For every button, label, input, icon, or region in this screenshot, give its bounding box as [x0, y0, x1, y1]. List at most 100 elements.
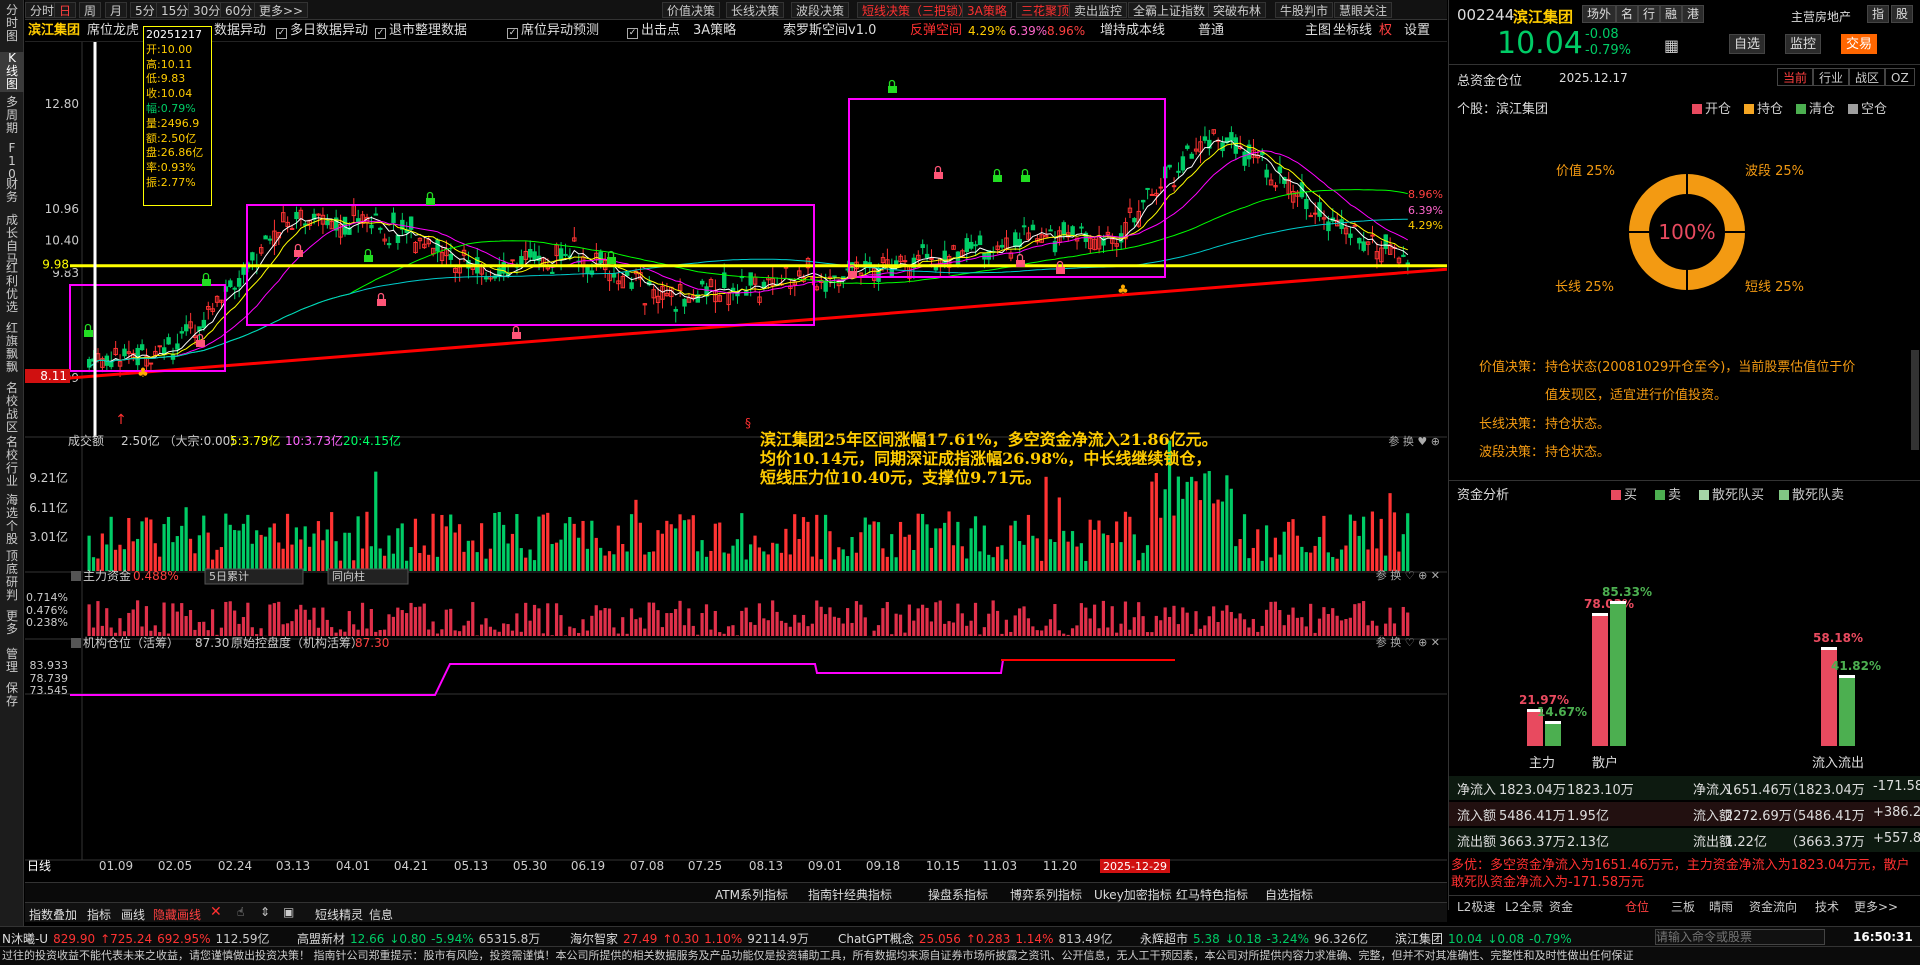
- candle-body[interactable]: [1021, 225, 1027, 228]
- strategy-tab-1[interactable]: 长线决策: [726, 2, 785, 18]
- toolbar-extra-2[interactable]: 主图: [1305, 23, 1331, 39]
- candle-body[interactable]: [969, 241, 974, 249]
- stock-tag-0[interactable]: 场外: [1582, 5, 1617, 23]
- candle-body[interactable]: [929, 257, 934, 260]
- candle-body[interactable]: [532, 251, 537, 261]
- candle-body[interactable]: [1030, 224, 1036, 231]
- strategy-tab-6[interactable]: 卖出监控: [1069, 2, 1128, 18]
- ticker-item-3[interactable]: ChatGPT概念 25.056 ↑0.283 1.14% 813.49亿: [838, 930, 1117, 947]
- period-tab-3[interactable]: 月: [105, 2, 128, 18]
- draw-tool-3[interactable]: 隐藏画线: [153, 906, 201, 923]
- candle-body[interactable]: [179, 331, 185, 334]
- candle-body[interactable]: [977, 235, 983, 246]
- indicator-toggle-0[interactable]: 席位龙虎: [87, 23, 139, 39]
- candle-body[interactable]: [109, 361, 114, 368]
- candle-body[interactable]: [157, 345, 162, 348]
- candle-body[interactable]: [598, 251, 603, 264]
- help-icon[interactable]: [71, 571, 81, 581]
- right-bottom-tab-2[interactable]: 资金: [1549, 898, 1573, 915]
- candle-body[interactable]: [294, 211, 299, 220]
- ticker-item-4[interactable]: 永辉超市 5.38 ↓0.18 -3.24% 96.326亿: [1140, 930, 1373, 947]
- right-bottom-tab-1[interactable]: L2全景: [1505, 898, 1543, 915]
- strategy-tab-0[interactable]: 价值决策: [662, 2, 721, 18]
- candle-body[interactable]: [175, 343, 180, 350]
- candle-body[interactable]: [973, 244, 978, 247]
- toolbar-extra-4[interactable]: 权: [1379, 23, 1392, 39]
- draw-tool-0[interactable]: 指数叠加: [29, 906, 77, 923]
- position-tab-0[interactable]: 当前: [1777, 68, 1814, 86]
- indicator-menu-1[interactable]: 指南针经典指标: [808, 886, 892, 903]
- sidebar-item-14[interactable]: 保存: [0, 682, 24, 710]
- position-tab-1[interactable]: 行业: [1813, 68, 1850, 86]
- ticker-item-0[interactable]: N沐曦-U 829.90 ↑725.24 692.95% 112.59亿: [2, 930, 275, 947]
- candle-body[interactable]: [744, 290, 749, 296]
- candle-body[interactable]: [236, 278, 242, 287]
- candle-body[interactable]: [1079, 226, 1084, 229]
- candle-body[interactable]: [748, 272, 753, 286]
- scroll-bar[interactable]: [1911, 350, 1919, 450]
- toolbar-extra-0[interactable]: 增持成本线: [1100, 23, 1165, 39]
- strategy-tab-7[interactable]: 全霸上证指数: [1128, 2, 1211, 18]
- candle-body[interactable]: [986, 250, 992, 260]
- calendar-icon[interactable]: ▦: [1664, 36, 1679, 55]
- command-input[interactable]: [1655, 929, 1825, 945]
- support-trendline[interactable]: [69, 267, 1447, 380]
- candle-body[interactable]: [867, 262, 872, 265]
- kline-chart-area[interactable]: 12.8010.9610.409.837.999.988.118.96%6.39…: [25, 42, 1447, 890]
- candle-body[interactable]: [1348, 233, 1353, 238]
- indicator-toggle-7[interactable]: 索罗斯空间v1.0: [783, 23, 876, 39]
- strategy-tab-9[interactable]: 牛股判市: [1275, 2, 1334, 18]
- candle-body[interactable]: [267, 238, 273, 241]
- candle-body[interactable]: [1132, 218, 1137, 223]
- candle-body[interactable]: [325, 220, 330, 226]
- candle-body[interactable]: [483, 277, 489, 280]
- indicator-toggle-4[interactable]: ✓ 席位异动预测: [507, 23, 599, 39]
- candle-body[interactable]: [1357, 237, 1362, 244]
- sidebar-item-2[interactable]: 多周期: [0, 96, 24, 136]
- candle-body[interactable]: [625, 271, 630, 276]
- candle-body[interactable]: [832, 275, 837, 278]
- candle-body[interactable]: [1401, 254, 1406, 257]
- ticker-item-5[interactable]: 滨江集团 10.04 ↓0.08 -0.79%: [1395, 930, 1577, 947]
- candle-body[interactable]: [356, 218, 361, 223]
- strategy-tab-8[interactable]: 突破布林: [1208, 2, 1267, 18]
- cursor-icon[interactable]: ☝: [237, 905, 244, 919]
- draw-tool-4[interactable]: 短线精灵: [315, 906, 363, 923]
- candle-body[interactable]: [228, 280, 233, 287]
- header-btn-0[interactable]: 自选: [1729, 34, 1766, 54]
- indicator-menu-3[interactable]: 博弈系列指标: [1010, 886, 1082, 903]
- candle-body[interactable]: [1326, 221, 1331, 232]
- candle-body[interactable]: [1361, 241, 1366, 251]
- candle-body[interactable]: [448, 253, 454, 260]
- stock-tag-1[interactable]: 名: [1616, 5, 1639, 23]
- period-tab-1[interactable]: 日: [54, 2, 77, 18]
- sidebar-item-5[interactable]: 成长自马: [0, 214, 24, 266]
- draw-tool-1[interactable]: 指标: [87, 906, 111, 923]
- candle-body[interactable]: [1176, 170, 1181, 173]
- ticker-item-1[interactable]: 高盟新材 12.66 ↓0.80 -5.94% 65315.8万: [297, 930, 545, 947]
- candle-body[interactable]: [232, 287, 237, 290]
- stock-tag-2[interactable]: 行: [1638, 5, 1661, 23]
- indicator-menu-5[interactable]: 红马特色指标: [1176, 886, 1248, 903]
- candle-body[interactable]: [289, 227, 295, 230]
- candle-body[interactable]: [263, 235, 268, 240]
- strategy-tab-2[interactable]: 波段决策: [791, 2, 850, 18]
- right-bottom-tab-3[interactable]: 仓位: [1625, 898, 1649, 915]
- position-title[interactable]: 总资金仓位: [1457, 70, 1522, 89]
- indicator-menu-6[interactable]: 自选指标: [1265, 886, 1313, 903]
- candle-body[interactable]: [1185, 145, 1190, 149]
- candle-body[interactable]: [999, 244, 1005, 248]
- candle-body[interactable]: [1013, 232, 1018, 248]
- index-btn-0[interactable]: 指: [1867, 5, 1890, 23]
- candle-body[interactable]: [528, 248, 533, 258]
- candle-body[interactable]: [827, 276, 833, 279]
- strategy-tab-4[interactable]: 3A策略: [962, 2, 1012, 18]
- sidebar-item-8[interactable]: 名校战区: [0, 382, 24, 434]
- candle-body[interactable]: [563, 253, 568, 256]
- checkbox-icon[interactable]: ✓: [627, 28, 638, 39]
- stock-tag-3[interactable]: 融: [1660, 5, 1683, 23]
- period-tab-8[interactable]: 更多>>: [254, 2, 309, 18]
- ticker-item-2[interactable]: 海尔智家 27.49 ↑0.30 1.10% 92114.9万: [570, 930, 814, 947]
- right-bottom-tab-6[interactable]: 资金流向: [1749, 898, 1797, 915]
- sidebar-item-10[interactable]: 海选个股: [0, 494, 24, 546]
